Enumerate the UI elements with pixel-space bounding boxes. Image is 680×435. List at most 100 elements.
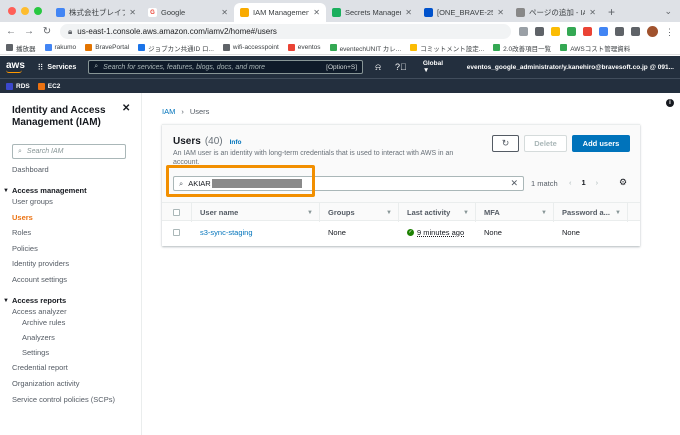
info-panel-icon[interactable]: i	[666, 99, 674, 107]
bookmark-item[interactable]: コミットメント設定...	[410, 43, 484, 53]
sidebar-item-credential-report[interactable]: Credential report	[12, 363, 68, 372]
sort-icon: ▼	[541, 209, 547, 216]
back-icon[interactable]: ←	[6, 26, 16, 37]
page-number[interactable]: 1	[582, 178, 586, 187]
extension-icon[interactable]	[567, 27, 576, 36]
profile-avatar[interactable]	[647, 26, 658, 37]
sidebar-item-archive-rules[interactable]: Archive rules	[22, 318, 65, 327]
caret-down-icon: ▼	[3, 187, 9, 194]
bookmark-star-icon[interactable]	[551, 27, 560, 36]
bookmark-item[interactable]: eventechUNIT カレ...	[329, 43, 401, 53]
clear-filter-icon[interactable]: ✕	[510, 178, 518, 189]
sidebar-item-policies[interactable]: Policies	[12, 244, 38, 253]
nav-icons: ⍾ ?⃝	[375, 62, 407, 73]
user-name-link[interactable]: s3-sync-staging	[200, 228, 253, 237]
column-mfa[interactable]: MFA ▼	[476, 203, 554, 222]
cloudshell-bell-icon[interactable]: ⍾	[375, 62, 381, 73]
delete-button[interactable]: Delete	[524, 135, 567, 152]
bookmark-item[interactable]: 播放器	[6, 43, 36, 53]
bookmark-item[interactable]: wifi-accesspoint	[222, 44, 279, 51]
close-tab-icon[interactable]: ✕	[129, 8, 136, 17]
bookmark-label: 2.0改善項目一覧	[503, 45, 552, 53]
close-icon[interactable]: ✕	[122, 103, 130, 114]
bookmark-item[interactable]: ジョブカン共通ID ロ...	[138, 43, 214, 53]
region-selector[interactable]: Global ▼	[423, 60, 451, 74]
browser-tab[interactable]: [ONE_BRAVE-255] A ✕	[418, 3, 510, 22]
account-menu[interactable]: eventos_google_administrator/y.kanehiro@…	[467, 64, 674, 71]
column-user-name[interactable]: User name ▼	[192, 203, 320, 222]
bookmark-item[interactable]: rakumo	[44, 44, 76, 51]
chevron-right-icon: ›	[181, 107, 184, 116]
sidebar-item-dashboard[interactable]: Dashboard	[12, 165, 49, 174]
extension-icon[interactable]	[583, 27, 592, 36]
close-tab-icon[interactable]: ✕	[497, 8, 504, 17]
help-icon[interactable]: ?⃝	[395, 62, 407, 73]
browser-tab[interactable]: G Google ✕	[142, 3, 234, 22]
aws-logo[interactable]: aws	[6, 60, 30, 73]
select-all-checkbox[interactable]	[173, 209, 180, 216]
minimize-window-button[interactable]	[21, 7, 29, 15]
aws-favorites-bar: RDS EC2	[0, 78, 680, 93]
browser-tab[interactable]: 株式会社ブレイブソフト ✕	[50, 3, 142, 22]
close-tab-icon[interactable]: ✕	[221, 8, 228, 17]
services-menu[interactable]: Services	[47, 64, 76, 71]
close-tab-icon[interactable]: ✕	[589, 8, 596, 17]
next-page-icon[interactable]: ›	[596, 178, 599, 187]
sidebar-item-settings[interactable]: Settings	[22, 348, 49, 357]
aws-search-input[interactable]: ⌕ Search for services, features, blogs, …	[88, 60, 364, 74]
sidebar-item-user-groups[interactable]: User groups	[12, 197, 53, 206]
browser-tab[interactable]: ページの追加 - IAMの ✕	[510, 3, 602, 22]
sidebar-item-identity-providers[interactable]: Identity providers	[12, 259, 69, 268]
breadcrumb-current: Users	[189, 107, 210, 116]
bookmark-item[interactable]: AWSコスト管理資料	[560, 43, 630, 53]
zoom-window-button[interactable]	[34, 7, 42, 15]
close-tab-icon[interactable]: ✕	[313, 8, 320, 17]
column-password-age[interactable]: Password a... ▼	[554, 203, 628, 222]
browser-tab-active[interactable]: IAM Management Co ✕	[234, 3, 326, 22]
tab-title: ページの追加 - IAMの	[529, 8, 586, 17]
sidebar-item-account-settings[interactable]: Account settings	[12, 275, 67, 284]
bookmark-item[interactable]: 2.0改善項目一覧	[493, 43, 551, 53]
refresh-button[interactable]: ↻	[492, 135, 519, 152]
address-bar[interactable]: 🔒︎ us-east-1.console.aws.amazon.com/iamv…	[60, 24, 511, 39]
extension-icon[interactable]	[599, 27, 608, 36]
reload-icon[interactable]: ↻	[42, 26, 52, 37]
search-iam-input[interactable]: ⌕ Search IAM	[12, 144, 126, 159]
forward-icon[interactable]: →	[24, 26, 34, 37]
sidebar-item-users[interactable]: Users	[12, 213, 33, 222]
search-placeholder: Search for services, features, blogs, do…	[103, 63, 265, 71]
previous-page-icon[interactable]: ‹	[569, 178, 572, 187]
browser-tab[interactable]: Secrets Manager ✕	[326, 3, 418, 22]
share-icon[interactable]	[535, 27, 544, 36]
sidebar-item-organization-activity[interactable]: Organization activity	[12, 379, 80, 388]
column-last-activity[interactable]: Last activity ▼	[399, 203, 476, 222]
breadcrumb-iam-link[interactable]: IAM	[162, 107, 175, 116]
translate-icon[interactable]	[519, 27, 528, 36]
services-grid-icon[interactable]: ⠿	[38, 63, 44, 72]
sidebar-icon[interactable]	[631, 27, 640, 36]
tab-search-icon[interactable]: ⌄	[664, 6, 672, 17]
extension-icons: ⋮	[519, 26, 674, 37]
new-tab-icon[interactable]: +	[602, 5, 621, 22]
close-window-button[interactable]	[8, 7, 16, 15]
sidebar-section-access-management[interactable]: ▼ Access management	[3, 186, 87, 195]
column-groups[interactable]: Groups ▼	[320, 203, 399, 222]
sidebar-item-scps[interactable]: Service control policies (SCPs)	[12, 395, 115, 404]
bookmark-item[interactable]: BravePortal	[85, 44, 129, 51]
table-row: s3-sync-staging None ✓ 9 minutes ago None…	[162, 221, 640, 243]
sidebar-section-access-reports[interactable]: ▼ Access reports	[3, 296, 66, 305]
info-link[interactable]: Info	[230, 139, 242, 146]
sidebar-item-roles[interactable]: Roles	[12, 228, 31, 237]
extensions-puzzle-icon[interactable]	[615, 27, 624, 36]
add-users-button[interactable]: Add users	[572, 135, 630, 152]
sidebar-item-access-analyzer[interactable]: Access analyzer	[12, 307, 67, 316]
sidebar-item-analyzers[interactable]: Analyzers	[22, 333, 55, 342]
gear-icon[interactable]: ⚙	[619, 177, 627, 188]
favorite-ec2[interactable]: EC2	[37, 82, 60, 90]
users-title: Users	[173, 136, 201, 147]
menu-kebab-icon[interactable]: ⋮	[665, 27, 674, 37]
row-checkbox[interactable]	[173, 228, 180, 236]
bookmark-item[interactable]: eventos	[287, 44, 321, 51]
favorite-rds[interactable]: RDS	[6, 82, 30, 90]
close-tab-icon[interactable]: ✕	[405, 8, 412, 17]
